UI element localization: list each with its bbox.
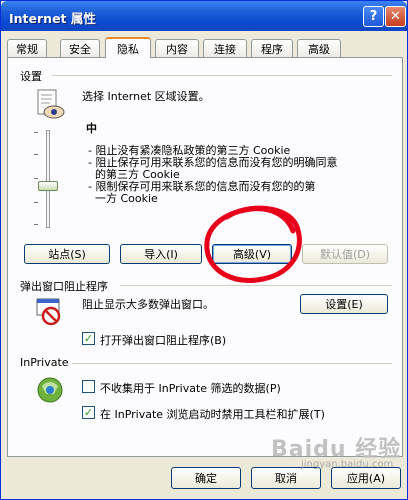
slider-tick — [34, 224, 38, 225]
settings-description: 选择 Internet 区域设置。 — [82, 90, 210, 103]
inprivate-group-label: InPrivate — [20, 356, 69, 369]
apply-button[interactable]: 应用(A) — [331, 467, 401, 489]
privacy-level-detail: 一方 Cookie — [88, 192, 158, 205]
privacy-level-slider-thumb[interactable] — [38, 181, 58, 191]
slider-tick — [34, 132, 38, 133]
default-button[interactable]: 默认值(D) — [302, 244, 388, 264]
watermark-url: jingyan.baidu.com — [301, 459, 394, 470]
privacy-level-name: 中 — [86, 122, 97, 135]
disable-toolbars-checkbox[interactable]: ✓ — [82, 406, 95, 419]
popup-description: 阻止显示大多数弹出窗口。 — [82, 298, 214, 311]
inprivate-icon — [37, 377, 63, 403]
settings-divider — [52, 75, 392, 76]
popup-blocker-checkbox-label[interactable]: 打开弹出窗口阻止程序(B) — [100, 332, 226, 348]
popup-blocker-checkbox[interactable]: ✓ — [82, 332, 95, 345]
settings-group-label: 设置 — [20, 70, 42, 83]
privacy-settings-icon — [37, 89, 65, 119]
slider-tick — [34, 178, 38, 179]
slider-tick — [34, 154, 38, 155]
tab-security[interactable]: 安全 — [60, 39, 100, 57]
tab-strip: 常规 安全 隐私 内容 连接 程序 高级 — [7, 37, 403, 58]
popup-group-label: 弹出窗口阻止程序 — [20, 280, 108, 293]
tab-advanced[interactable]: 高级 — [297, 39, 341, 57]
popup-blocker-icon — [36, 298, 61, 326]
ok-button[interactable]: 确定 — [171, 467, 241, 489]
popup-settings-button[interactable]: 设置(E) — [300, 294, 388, 314]
tab-connections[interactable]: 连接 — [203, 39, 247, 57]
slider-tick — [34, 202, 38, 203]
annotation-circle-icon — [204, 205, 302, 283]
window-title: Internet 属性 — [9, 11, 96, 26]
privacy-level-slider-track[interactable] — [46, 130, 50, 228]
inprivate-filter-checkbox[interactable] — [82, 380, 95, 393]
close-button[interactable]: ✕ — [385, 6, 406, 27]
import-button[interactable]: 导入(I) — [120, 244, 202, 264]
tab-general[interactable]: 常规 — [7, 39, 47, 57]
cancel-button[interactable]: 取消 — [251, 467, 321, 489]
sites-button[interactable]: 站点(S) — [24, 244, 110, 264]
disable-toolbars-label[interactable]: 在 InPrivate 浏览启动时禁用工具栏和扩展(T) — [100, 406, 325, 422]
tab-programs[interactable]: 程序 — [251, 39, 293, 57]
tab-content[interactable]: 内容 — [155, 39, 199, 57]
help-button[interactable]: ? — [363, 6, 384, 27]
inprivate-filter-label[interactable]: 不收集用于 InPrivate 筛选的数据(P) — [100, 380, 281, 396]
tab-privacy[interactable]: 隐私 — [105, 37, 151, 58]
internet-properties-dialog: Internet 属性 ? ✕ 常规 安全 隐私 内容 连接 程序 高级 设置 … — [0, 0, 408, 500]
title-bar[interactable]: Internet 属性 ? ✕ — [1, 1, 407, 31]
inprivate-divider — [72, 363, 392, 364]
